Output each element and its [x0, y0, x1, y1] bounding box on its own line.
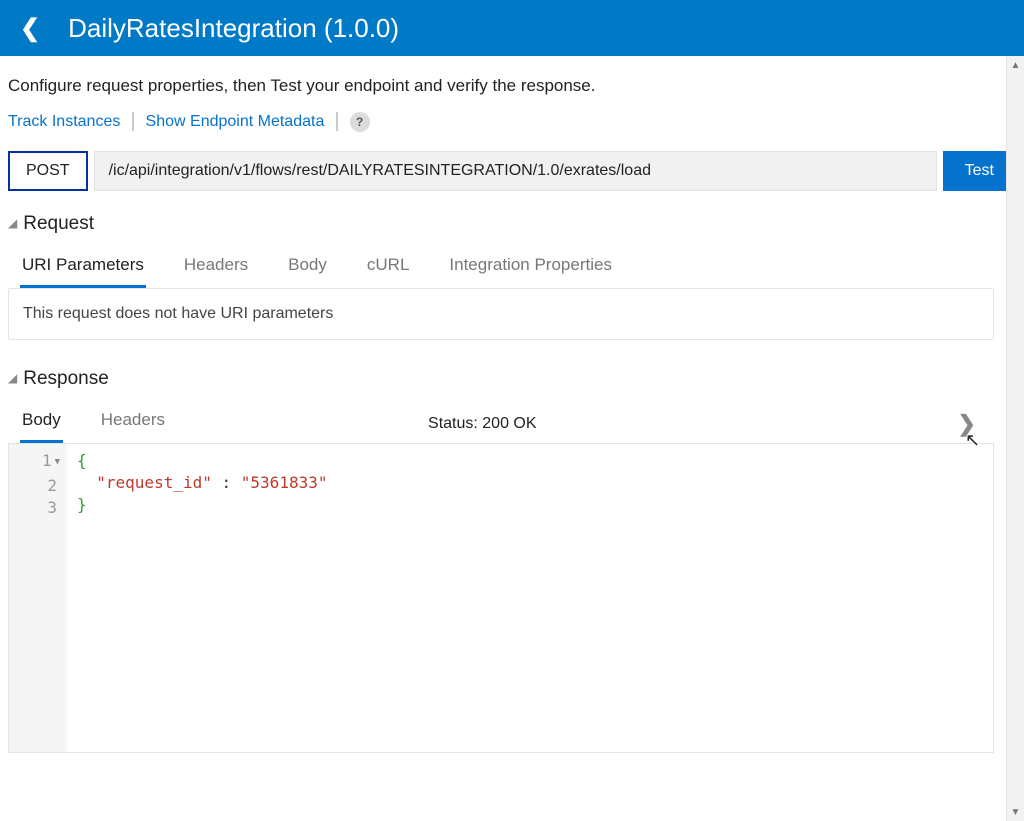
line-number: 1 — [42, 451, 52, 470]
tab-response-body[interactable]: Body — [20, 404, 63, 443]
request-section-title: Request — [23, 213, 94, 235]
help-icon[interactable]: ? — [350, 112, 370, 132]
response-tabs: Body Headers — [8, 404, 167, 443]
link-bar: Track Instances | Show Endpoint Metadata… — [8, 110, 1016, 133]
back-icon[interactable]: ❮ — [20, 14, 40, 43]
test-button[interactable]: Test — [943, 151, 1016, 191]
scroll-up-icon[interactable]: ▲ — [1007, 56, 1024, 74]
line-number-gutter: 1▼ 2 3 — [9, 444, 67, 752]
tab-response-headers[interactable]: Headers — [99, 404, 167, 443]
app-header: ❮ DailyRatesIntegration (1.0.0) — [0, 0, 1024, 56]
line-number: 3 — [15, 497, 57, 519]
main-content: Configure request properties, then Test … — [0, 56, 1024, 761]
tab-integration-properties[interactable]: Integration Properties — [447, 249, 614, 288]
tab-body[interactable]: Body — [286, 249, 329, 288]
expand-response-icon[interactable]: ❯ — [958, 411, 976, 437]
http-method-selector[interactable]: POST — [8, 151, 88, 191]
page-title: DailyRatesIntegration (1.0.0) — [68, 13, 399, 44]
code-content: { "request_id" : "5361833" } — [67, 444, 337, 752]
url-bar: POST /ic/api/integration/v1/flows/rest/D… — [8, 151, 1016, 191]
collapse-icon: ◢ — [8, 371, 17, 385]
response-status: Status: 200 OK — [428, 415, 537, 433]
separator: | — [130, 110, 135, 133]
response-section-header[interactable]: ◢ Response — [8, 368, 1016, 390]
separator: | — [334, 110, 339, 133]
request-section-header[interactable]: ◢ Request — [8, 213, 1016, 235]
tab-curl[interactable]: cURL — [365, 249, 412, 288]
endpoint-url-field[interactable]: /ic/api/integration/v1/flows/rest/DAILYR… — [94, 151, 937, 191]
description-text: Configure request properties, then Test … — [8, 76, 1016, 96]
status-label: Status: — [428, 415, 478, 432]
response-section-title: Response — [23, 368, 109, 390]
request-panel: This request does not have URI parameter… — [8, 288, 994, 340]
tab-headers[interactable]: Headers — [182, 249, 250, 288]
track-instances-link[interactable]: Track Instances — [8, 113, 120, 131]
response-body-editor[interactable]: 1▼ 2 3 { "request_id" : "5361833" } — [8, 443, 994, 753]
vertical-scrollbar[interactable]: ▲ ▼ — [1006, 56, 1024, 821]
tab-uri-parameters[interactable]: URI Parameters — [20, 249, 146, 288]
fold-icon[interactable]: ▼ — [55, 457, 60, 467]
scroll-down-icon[interactable]: ▼ — [1007, 803, 1024, 821]
line-number: 2 — [15, 475, 57, 497]
empty-uri-parameters-text: This request does not have URI parameter… — [23, 305, 333, 322]
show-endpoint-metadata-link[interactable]: Show Endpoint Metadata — [146, 113, 325, 131]
status-value: 200 OK — [482, 415, 536, 432]
response-tab-row: Body Headers Status: 200 OK ❯ — [8, 404, 994, 443]
request-tabs: URI Parameters Headers Body cURL Integra… — [8, 249, 1016, 288]
collapse-icon: ◢ — [8, 216, 17, 230]
